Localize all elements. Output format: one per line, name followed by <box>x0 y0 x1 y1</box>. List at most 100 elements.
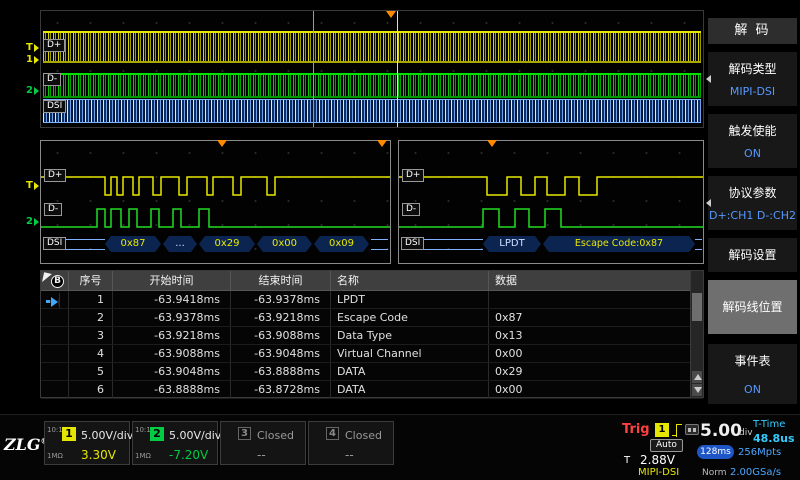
t-time-value: 48.8us <box>753 432 795 445</box>
event-table: B 序号 开始时间 结束时间 名称 数据 1 -63.9418ms -63.93… <box>40 270 704 399</box>
cell-name: Escape Code <box>331 309 489 326</box>
trigger-level-label: T <box>26 180 33 191</box>
cell-name: Data Type <box>331 327 489 344</box>
table-row[interactable]: 6 -63.8888ms -63.8728ms DATA 0x00 <box>41 381 703 399</box>
channel2-scale: 5.00V/div <box>169 429 222 442</box>
table-row[interactable]: 4 -63.9088ms -63.9048ms Virtual Channel … <box>41 345 703 363</box>
zoom-edge-marker-icon[interactable] <box>377 140 387 147</box>
menu-item-value: D+:CH1 D-:CH2 <box>709 209 796 222</box>
cell-no: 4 <box>69 345 113 362</box>
menu-item-decode-settings[interactable]: 解码设置 <box>708 238 797 272</box>
probe-ratio: 10:1 <box>135 426 151 434</box>
dminus-label: D- <box>43 73 62 86</box>
scroll-down-button[interactable] <box>692 384 702 396</box>
table-header-row: 序号 开始时间 结束时间 名称 数据 <box>41 271 703 291</box>
zoom-region-right-line[interactable] <box>397 11 398 127</box>
cell-data: 0x00 <box>495 347 523 360</box>
impedance: 1MΩ <box>135 452 151 460</box>
zoom-window-right[interactable]: LPDT Escape Code:0x87 D+ D- DSI <box>398 140 704 264</box>
waveform-overview: D+ D- DSI <box>40 10 704 128</box>
cell-name: Virtual Channel <box>331 345 489 362</box>
channel2-badge: 2 <box>150 427 164 441</box>
cell-marker <box>41 345 69 362</box>
decode-bubble-ellipsis: ... <box>163 236 197 252</box>
trigger-level-marker[interactable]: T <box>26 42 39 53</box>
probe-ratio: 10:1 <box>47 426 63 434</box>
trigger-source-badge[interactable]: 1 <box>655 423 669 437</box>
cell-data: 0x13 <box>495 329 523 342</box>
cell-start: -63.9218ms <box>113 327 231 344</box>
table-row[interactable]: 5 -63.9048ms -63.8888ms DATA 0x29 <box>41 363 703 381</box>
menu-item-label: 解码线位置 <box>722 300 783 314</box>
t-time-label: T-Time <box>753 419 786 430</box>
zoom-trigger-marker-icon[interactable] <box>487 140 497 147</box>
menu-item-value: ON <box>744 383 761 396</box>
channel1-scale: 5.00V/div <box>81 429 134 442</box>
channel3-status-box[interactable]: 3 Closed -- <box>220 421 306 465</box>
cell-end: -63.9088ms <box>231 327 331 344</box>
zoom-region-left-line[interactable] <box>313 11 314 127</box>
cell-start: -63.8888ms <box>113 381 231 398</box>
cell-no: 1 <box>69 291 113 308</box>
status-decode-protocol: MIPI-DSI <box>638 467 680 478</box>
menu-item-decode-type[interactable]: 解码类型 MIPI-DSI <box>706 52 797 106</box>
bottom-status-bar: ZLG® 10:1 1MΩ 1 5.00V/div 3.30V 10:1 1MΩ… <box>0 414 800 480</box>
ch2-overview-waveform <box>43 73 701 98</box>
menu-item-decode-line-position[interactable]: 解码线位置 <box>708 280 797 334</box>
cell-marker <box>41 381 69 398</box>
menu-item-protocol-params[interactable]: 协议参数 D+:CH1 D-:CH2 <box>706 176 797 230</box>
trigger-t-label: T <box>624 455 631 466</box>
decode-bubble: Escape Code:0x87 <box>543 236 695 252</box>
cell-data: 0x00 <box>495 383 523 396</box>
dminus-zoom-waveform <box>399 208 703 228</box>
dsi-label: DSI <box>401 237 425 250</box>
cell-no: 2 <box>69 309 113 326</box>
cell-end: -63.8728ms <box>231 381 331 398</box>
zoom-ch2-ground-marker[interactable]: 2 <box>26 216 39 227</box>
table-row[interactable]: 1 -63.9418ms -63.9378ms LPDT <box>41 291 703 309</box>
table-row[interactable]: 2 -63.9378ms -63.9218ms Escape Code 0x87 <box>41 309 703 327</box>
submenu-arrow-icon <box>706 199 711 207</box>
dplus-label: D+ <box>44 169 67 182</box>
dplus-label: D+ <box>43 39 66 52</box>
memory-depth: 256Mpts <box>738 447 782 458</box>
status-acquisition-mode: Norm <box>702 468 727 478</box>
memory-time-badge: 128ms <box>697 445 734 459</box>
channel4-offset: -- <box>345 448 354 462</box>
cell-no: 5 <box>69 363 113 380</box>
zoom-window-left[interactable]: 0x87 ... 0x29 0x00 0x09 D+ D- DSI <box>40 140 391 264</box>
decode-bubble: 0x00 <box>257 236 312 252</box>
channel2-status-box[interactable]: 10:1 1MΩ 2 5.00V/div -7.20V <box>132 421 222 465</box>
arrow-icon <box>51 296 59 307</box>
trigger-mode-badge[interactable]: Auto <box>650 439 683 452</box>
channel4-status-box[interactable]: 4 Closed -- <box>308 421 394 465</box>
dsi-label: DSI <box>43 100 67 113</box>
zoom-trigger-level-marker[interactable]: T <box>26 180 39 191</box>
trigger-position-marker-icon[interactable] <box>386 11 396 18</box>
channel3-offset: -- <box>257 448 266 462</box>
trigger-status-label[interactable]: Trig <box>622 422 650 437</box>
ch2-ground-marker[interactable]: 2 <box>26 85 39 96</box>
header-no: 序号 <box>69 271 113 290</box>
dsi-bus-segment <box>371 239 388 250</box>
scrollbar-thumb[interactable] <box>692 293 702 321</box>
zoom-trigger-marker-icon[interactable] <box>217 140 227 147</box>
table-row[interactable]: 3 -63.9218ms -63.9088ms Data Type 0x13 <box>41 327 703 345</box>
channel1-status-box[interactable]: 10:1 1MΩ 1 5.00V/div 3.30V <box>44 421 134 465</box>
menu-title: 解 码 <box>708 18 797 44</box>
channel2-offset: -7.20V <box>169 448 209 462</box>
ch1-ground-marker[interactable]: 1 <box>26 54 39 65</box>
cell-name: DATA <box>331 363 489 380</box>
cell-marker <box>41 327 69 344</box>
ch2-marker-label: 2 <box>26 85 33 96</box>
oscilloscope-screen: D+ D- DSI T 1 2 T 2 0x87 ... 0x29 0x00 0… <box>0 0 800 480</box>
dminus-zoom-waveform <box>41 208 390 228</box>
scroll-up-button[interactable] <box>692 371 702 383</box>
menu-item-trigger-enable[interactable]: 触发使能 ON <box>708 114 797 168</box>
table-scrollbar[interactable] <box>690 271 703 397</box>
menu-item-event-table[interactable]: 事件表 ON <box>708 344 797 404</box>
cell-name: DATA <box>331 381 489 398</box>
timebase-value[interactable]: 5.00 <box>700 421 742 441</box>
dplus-label: D+ <box>402 169 425 182</box>
brand-logo: ZLG® <box>4 435 48 454</box>
